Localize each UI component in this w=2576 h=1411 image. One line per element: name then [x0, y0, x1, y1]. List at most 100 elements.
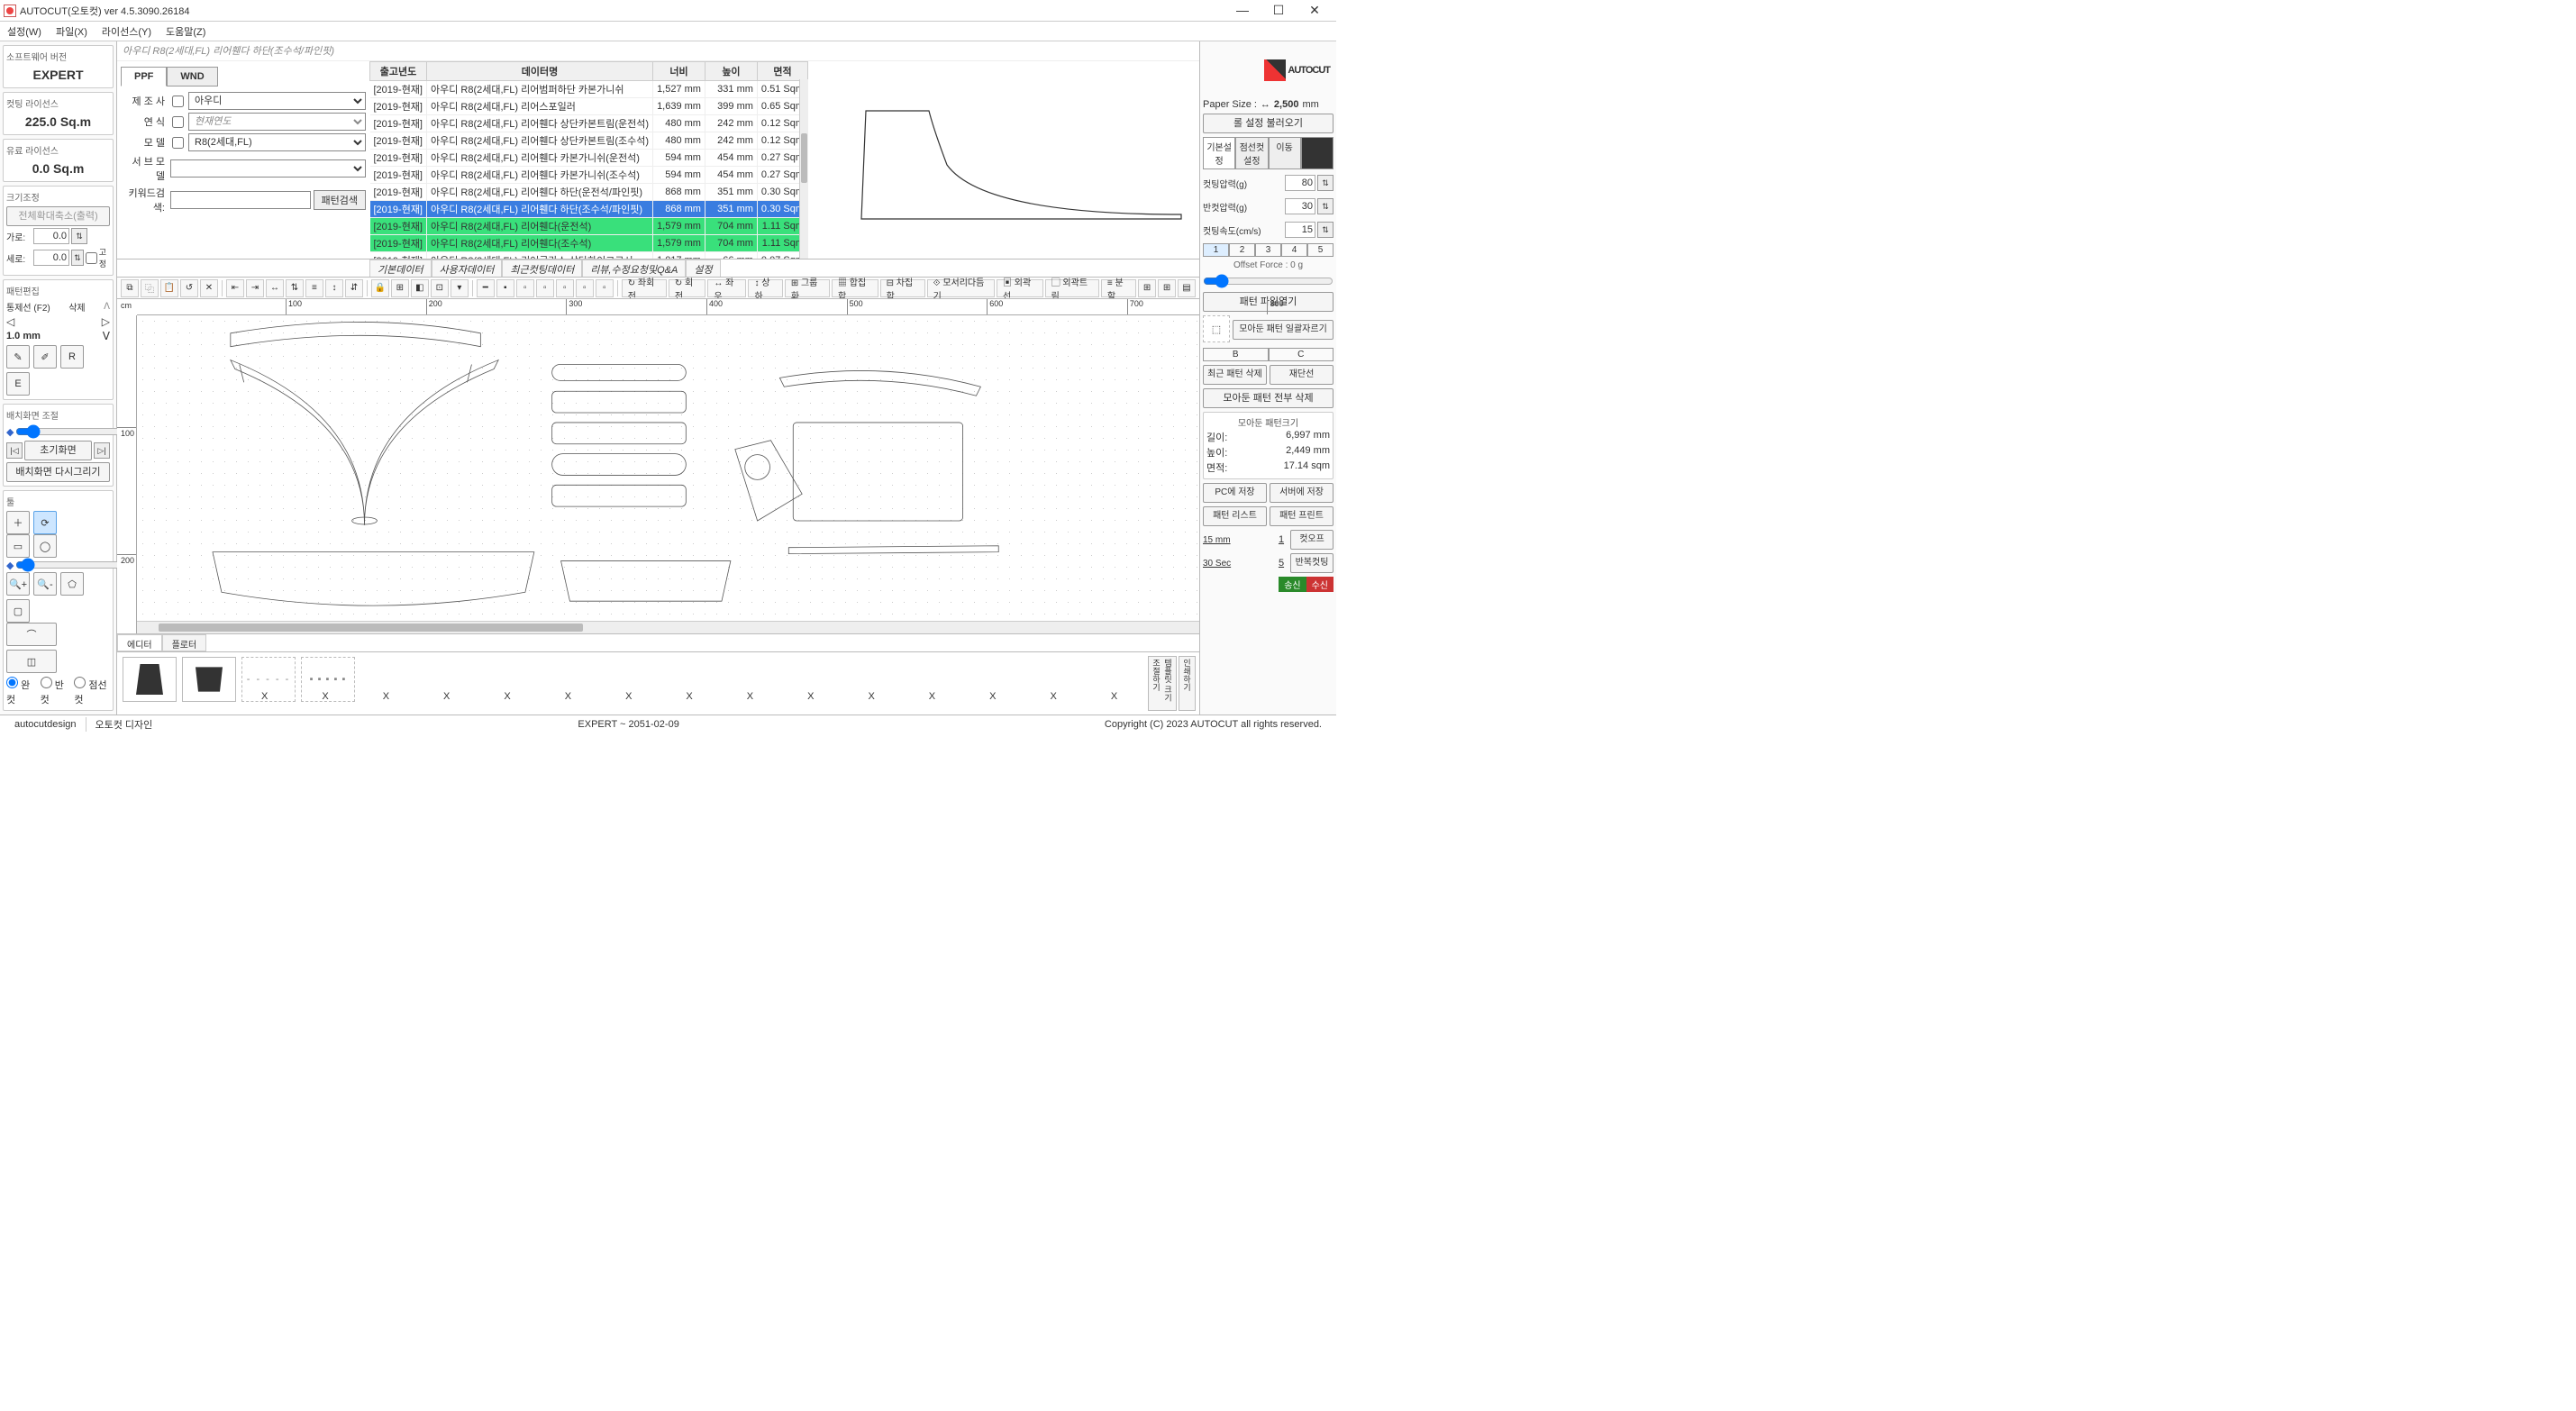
subtab-3[interactable]: 리뷰,수정요청및Q&A — [582, 259, 686, 277]
table-row[interactable]: [2019-현재]아우디 R8(2세대,FL) 리어글라스 상단하이그로시1,0… — [370, 252, 808, 259]
half-pressure-input[interactable] — [1285, 198, 1315, 214]
side-button-resize[interactable]: 템플릿 크기 조절하기 — [1148, 656, 1177, 711]
subtab-4[interactable]: 설정 — [686, 259, 720, 277]
cutline-button[interactable]: 재단선 — [1270, 365, 1334, 385]
tool-pentagon-icon[interactable]: ⬠ — [60, 572, 84, 596]
toolbar-btn-2[interactable]: 📋 — [160, 279, 178, 297]
toolbar-btn-24[interactable]: ▫ — [556, 279, 574, 297]
menu-help[interactable]: 도움말(Z) — [162, 23, 209, 41]
width-input[interactable] — [33, 228, 69, 244]
toolbar-btn-8[interactable]: ↔ — [266, 279, 284, 297]
menu-file[interactable]: 파일(X) — [52, 23, 91, 41]
table-row[interactable]: [2019-현재]아우디 R8(2세대,FL) 리어휀다(운전석)1,579 m… — [370, 218, 808, 235]
cut-pressure-step-icon[interactable]: ⇅ — [1317, 175, 1334, 191]
table-row[interactable]: [2019-현재]아우디 R8(2세대,FL) 리어휀다 카본가니쉬(운전석)5… — [370, 150, 808, 167]
toolbar-btn-10[interactable]: ≡ — [305, 279, 323, 297]
menu-license[interactable]: 라이선스(Y) — [98, 23, 155, 41]
preset-3[interactable]: 3 — [1255, 243, 1281, 257]
preset-2[interactable]: 2 — [1229, 243, 1255, 257]
subtab-0[interactable]: 기본데이터 — [369, 259, 432, 277]
pattern-list-button[interactable]: 패턴 리스트 — [1203, 506, 1267, 526]
preset-5[interactable]: 5 — [1307, 243, 1334, 257]
cut-dash-radio[interactable]: 점선컷 — [74, 677, 110, 706]
pattern-print-button[interactable]: 패턴 프린트 — [1270, 506, 1334, 526]
toolbar-btn-6[interactable]: ⇤ — [226, 279, 244, 297]
cutoff-button[interactable]: 컷오프 — [1290, 530, 1334, 550]
cut-half-radio[interactable]: 반 컷 — [41, 677, 71, 706]
expand-icon[interactable]: ᐯ — [103, 330, 110, 342]
subtab-1[interactable]: 사용자데이터 — [432, 259, 503, 277]
maximize-button[interactable]: ☐ — [1261, 2, 1297, 20]
r-button[interactable]: R — [60, 345, 84, 369]
toolbar-btn-0[interactable]: ⧉ — [121, 279, 139, 297]
tab-wnd[interactable]: WND — [167, 67, 217, 86]
tool-rect-icon[interactable]: ▭ — [6, 534, 30, 558]
toolbar-btn-35[interactable]: ⟐ 모서리다듬기 — [927, 279, 995, 297]
toolbar-btn-23[interactable]: ▫ — [536, 279, 554, 297]
height-step-icon[interactable]: ⇅ — [71, 250, 84, 266]
model-checkbox[interactable] — [172, 137, 184, 149]
rtab-basic[interactable]: 기본설정 — [1203, 137, 1235, 169]
tool-add-icon[interactable]: ＋ — [6, 511, 30, 534]
width-step-icon[interactable]: ⇅ — [71, 228, 87, 244]
toolbar-btn-41[interactable]: ▤ — [1178, 279, 1196, 297]
collapse-icon[interactable]: ᐱ — [104, 302, 110, 312]
zoom-out-icon[interactable]: 🔍- — [33, 572, 57, 596]
view-reset-button[interactable]: 초기화면 — [24, 441, 92, 460]
table-row[interactable]: [2019-현재]아우디 R8(2세대,FL) 리어휀다 카본가니쉬(조수석)5… — [370, 167, 808, 184]
delete-all-button[interactable]: 모아둔 패턴 전부 삭제 — [1203, 388, 1334, 408]
toolbar-btn-7[interactable]: ⇥ — [246, 279, 264, 297]
toolbar-btn-17[interactable]: ⊡ — [431, 279, 449, 297]
side-button-print[interactable]: 인쇄하기 — [1179, 656, 1196, 711]
toolbar-btn-16[interactable]: ◧ — [411, 279, 429, 297]
toolbar-btn-18[interactable]: ▾ — [451, 279, 469, 297]
brush-b-icon[interactable]: ✐ — [33, 345, 57, 369]
cut-pressure-input[interactable] — [1285, 175, 1315, 191]
table-row[interactable]: [2019-현재]아우디 R8(2세대,FL) 리어휀다(조수석)1,579 m… — [370, 235, 808, 252]
e-button[interactable]: E — [6, 372, 30, 396]
year-select[interactable]: 현재연도 — [188, 113, 366, 131]
table-row[interactable]: [2019-현재]아우디 R8(2세대,FL) 리어휀다 상단카본트림(조수석)… — [370, 132, 808, 150]
drawing-canvas[interactable] — [137, 315, 1199, 619]
toolbar-btn-4[interactable]: ✕ — [200, 279, 218, 297]
repeat-interval[interactable]: 30 Sec — [1203, 559, 1272, 569]
load-roll-button[interactable]: 롤 설정 불러오기 — [1203, 114, 1334, 133]
toolbar-btn-15[interactable]: ⊞ — [391, 279, 409, 297]
table-row[interactable]: [2019-현재]아우디 R8(2세대,FL) 리어스포일러1,639 mm39… — [370, 98, 808, 115]
delete-recent-button[interactable]: 최근 패턴 삭제 — [1203, 365, 1267, 385]
toolbar-btn-25[interactable]: ▫ — [576, 279, 594, 297]
repeat-cut-button[interactable]: 반복컷팅 — [1290, 553, 1334, 573]
toolbar-btn-37[interactable]: ▢ 외곽트림 — [1045, 279, 1099, 297]
menu-settings[interactable]: 설정(W) — [4, 23, 45, 41]
year-checkbox[interactable] — [172, 116, 184, 128]
tool-split-icon[interactable]: ◫ — [6, 650, 57, 673]
offset-force-slider[interactable] — [1203, 274, 1334, 288]
tab-editor[interactable]: 에디터 — [117, 634, 162, 651]
queue-item-2[interactable] — [182, 657, 236, 702]
toolbar-btn-29[interactable]: ↻ 회전 — [669, 279, 706, 297]
tool-circle-icon[interactable]: ◯ — [33, 534, 57, 558]
table-scrollbar[interactable] — [799, 79, 808, 259]
zoom-in-icon[interactable]: 🔍+ — [6, 572, 30, 596]
table-row[interactable]: [2019-현재]아우디 R8(2세대,FL) 리어범퍼하단 카본가니쉬1,52… — [370, 81, 808, 98]
channel-b[interactable]: B — [1203, 348, 1269, 361]
save-server-button[interactable]: 서버에 저장 — [1270, 483, 1334, 503]
cutoff-count[interactable]: 1 — [1275, 534, 1288, 545]
keyword-input[interactable] — [170, 191, 311, 209]
table-row[interactable]: [2019-현재]아우디 R8(2세대,FL) 리어휀다 하단(운전석/파인핏)… — [370, 184, 808, 201]
cut-full-radio[interactable]: 완 컷 — [6, 677, 37, 706]
preset-1[interactable]: 1 — [1203, 243, 1229, 257]
toolbar-btn-11[interactable]: ↕ — [325, 279, 343, 297]
subtab-2[interactable]: 최근컷팅데이터 — [502, 259, 582, 277]
rtab-color-icon[interactable] — [1301, 137, 1334, 169]
rtab-dash[interactable]: 점선컷설정 — [1235, 137, 1268, 169]
tab-plotter[interactable]: 플로터 — [162, 634, 207, 651]
repeat-count[interactable]: 5 — [1275, 558, 1288, 569]
tool-rotate-icon[interactable]: ⟳ — [33, 511, 57, 534]
toolbar-btn-36[interactable]: ▣ 외곽선 — [997, 279, 1043, 297]
height-input[interactable] — [33, 250, 69, 266]
toolbar-btn-22[interactable]: ▫ — [516, 279, 534, 297]
maker-checkbox[interactable] — [172, 96, 184, 107]
maker-select[interactable]: 아우디 — [188, 92, 366, 110]
model-select[interactable]: R8(2세대,FL) — [188, 133, 366, 151]
